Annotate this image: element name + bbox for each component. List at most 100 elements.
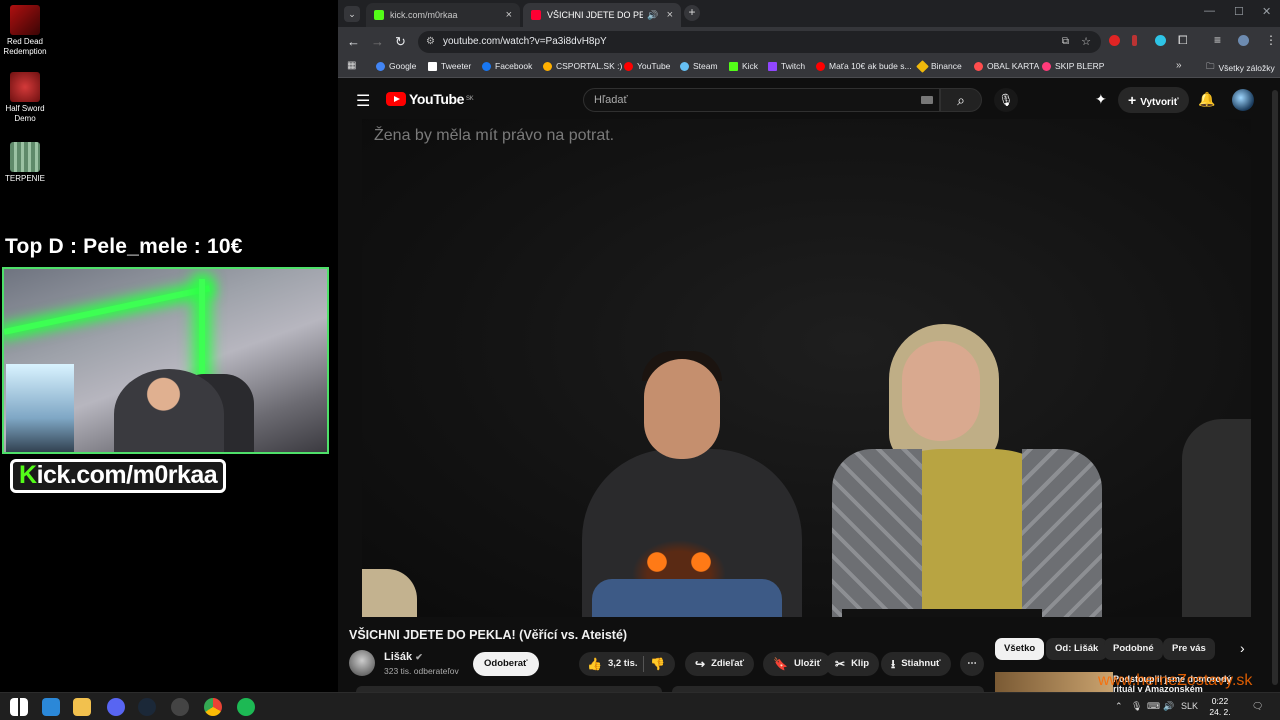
chip-all[interactable]: Všetko: [995, 638, 1045, 660]
clock-time: 0:22: [1211, 696, 1229, 706]
save-button[interactable]: 🔖 Uložiť: [763, 652, 832, 676]
close-window-icon[interactable]: ✕: [1262, 5, 1271, 18]
channel-avatar[interactable]: [349, 650, 375, 676]
extension-icon[interactable]: [1109, 35, 1120, 46]
audio-playing-icon[interactable]: 🔊: [647, 10, 658, 21]
thumbs-up-icon[interactable]: 👍: [587, 652, 602, 676]
bookmark-skip-blerp[interactable]: SKIP BLERP: [1042, 61, 1104, 71]
folder-icon: 🗀: [1206, 61, 1215, 71]
back-icon[interactable]: ←: [347, 34, 360, 49]
bookmark-obal-karta[interactable]: OBAL KARTA: [974, 61, 1039, 71]
steam-icon: [680, 61, 689, 71]
language-indicator[interactable]: SLK: [1181, 701, 1198, 711]
extension-icon[interactable]: [1155, 35, 1166, 46]
all-bookmarks[interactable]: 🗀 Všetky záložky: [1206, 61, 1275, 75]
reload-icon[interactable]: ↻: [395, 34, 406, 50]
windows-start-icon[interactable]: [10, 698, 28, 716]
site-info-icon[interactable]: ⚙: [426, 31, 435, 53]
chip-from-channel[interactable]: Od: Lišák: [1046, 638, 1108, 660]
channel-name[interactable]: Lišák ✔: [384, 651, 423, 663]
obs-icon[interactable]: [171, 698, 189, 716]
file-explorer-icon[interactable]: [73, 698, 91, 716]
notifications-icon[interactable]: 🗨: [1252, 701, 1263, 712]
forward-icon[interactable]: →: [371, 34, 384, 49]
bookmark-csportal[interactable]: CSPORTAL.SK :): [543, 61, 622, 71]
screen: Red Dead Redemption Half Sword Demo TERP…: [0, 0, 1280, 720]
recommended-thumbnail[interactable]: [995, 672, 1113, 692]
extensions-puzzle-icon[interactable]: ⧠: [1178, 33, 1188, 48]
tray-chevron-icon[interactable]: ⌃: [1115, 701, 1123, 712]
like-count[interactable]: 3,2 tis.: [608, 652, 638, 676]
ai-sparkle-icon[interactable]: ✦: [1095, 91, 1107, 108]
bookmark-star-icon[interactable]: ☆: [1081, 31, 1091, 53]
account-avatar[interactable]: [1232, 89, 1254, 111]
network-icon[interactable]: ⌨: [1147, 701, 1160, 712]
discord-icon[interactable]: [107, 698, 125, 716]
profile-avatar-icon[interactable]: [1238, 35, 1249, 46]
right-person: [1182, 419, 1251, 617]
clock[interactable]: 0:22 24. 2. 2026: [1200, 696, 1240, 720]
bookmark-kick[interactable]: Kick: [729, 61, 758, 71]
app-icon[interactable]: [42, 698, 60, 716]
tab-youtube[interactable]: VŠICHNI JDETE DO PEKLA! 🔊 ×: [523, 3, 681, 27]
desktop-icon-terpenie[interactable]: TERPENIE: [0, 142, 55, 184]
video-player[interactable]: Žena by měla mít právo na potrat.: [362, 119, 1251, 617]
bookmark-tweeter[interactable]: Tweeter: [428, 61, 471, 71]
youtube-logo[interactable]: YouTube SK: [386, 91, 474, 107]
woman-scarf: [832, 449, 922, 617]
desktop-icon-half-sword[interactable]: Half Sword Demo: [0, 72, 55, 124]
thumbs-down-icon[interactable]: 👎: [650, 652, 665, 676]
extension-icon[interactable]: [1132, 35, 1137, 46]
chevron-right-icon[interactable]: ›: [1240, 640, 1245, 656]
search-input[interactable]: Hľadať: [583, 88, 940, 112]
new-tab-button[interactable]: +: [684, 5, 700, 21]
bookmark-twitch[interactable]: Twitch: [768, 61, 805, 71]
share-button[interactable]: ↪ Zdieľať: [685, 652, 755, 676]
apps-grid-icon[interactable]: ▦: [347, 60, 356, 71]
chip-related[interactable]: Podobné: [1104, 638, 1163, 660]
tab-search-button[interactable]: ⌄: [344, 6, 360, 22]
address-bar[interactable]: ⚙ youtube.com/watch?v=Pa3i8dvH8pY ⧉ ☆: [418, 31, 1101, 53]
youtube-logo-text: YouTube: [409, 91, 465, 107]
bookmark-facebook[interactable]: Facebook: [482, 61, 532, 71]
reading-list-icon[interactable]: ≡: [1214, 33, 1221, 47]
close-tab-icon[interactable]: ×: [667, 9, 673, 21]
notifications-bell-icon[interactable]: 🔔: [1198, 91, 1215, 108]
microphone-icon[interactable]: 🎙: [1131, 701, 1142, 712]
bookmark-label: Maťa 10€ ak bude s...: [829, 61, 912, 71]
hamburger-menu-icon[interactable]: ☰: [356, 91, 370, 111]
bookmark-binance[interactable]: Binance: [916, 59, 962, 73]
steam-icon[interactable]: [138, 698, 156, 716]
bookmark-steam[interactable]: Steam: [680, 61, 718, 71]
clip-button[interactable]: ✂ Klip: [825, 652, 880, 676]
download-button[interactable]: ⭳ Stiahnuť: [881, 652, 951, 676]
close-tab-icon[interactable]: ×: [506, 9, 512, 21]
search-button[interactable]: ⌕: [940, 88, 982, 112]
minimize-icon[interactable]: —: [1204, 5, 1215, 17]
bookmark-google[interactable]: Google: [376, 61, 416, 71]
volume-icon[interactable]: 🔊: [1163, 701, 1174, 712]
cast-icon[interactable]: ⧉: [1062, 31, 1069, 53]
scrollbar[interactable]: [1272, 90, 1278, 685]
scissors-icon: ✂: [835, 657, 846, 671]
chrome-icon[interactable]: [204, 698, 222, 716]
more-actions-button[interactable]: ⋯: [960, 652, 984, 676]
maximize-icon[interactable]: ☐: [1234, 5, 1244, 18]
tab-kick[interactable]: kick.com/m0rkaa ×: [366, 3, 520, 27]
chip-for-you[interactable]: Pre vás: [1163, 638, 1215, 660]
keyboard-icon[interactable]: [921, 96, 933, 104]
tab-bar: ⌄ kick.com/m0rkaa × VŠICHNI JDETE DO PEK…: [338, 0, 1280, 27]
bookmark-youtube[interactable]: YouTube: [624, 61, 670, 71]
subscribe-button[interactable]: Odoberať: [473, 652, 539, 676]
more-bookmarks-icon[interactable]: »: [1176, 60, 1182, 71]
desktop-icon-red-dead-redemption[interactable]: Red Dead Redemption: [0, 5, 55, 57]
bookmark-mata[interactable]: Maťa 10€ ak bude s...: [816, 61, 912, 71]
video-title: VŠICHNI JDETE DO PEKLA! (Věřící vs. Atei…: [349, 628, 628, 642]
spotify-icon[interactable]: [237, 698, 255, 716]
voice-search-button[interactable]: 🎙: [994, 88, 1018, 112]
menu-kebab-icon[interactable]: ⋮: [1265, 33, 1277, 47]
kick-banner-text: ick.com/m0rkaa: [36, 461, 218, 489]
url-text: youtube.com/watch?v=Pa3i8dvH8pY: [443, 36, 607, 47]
plus-icon: +: [1128, 92, 1137, 108]
create-button[interactable]: + Vytvoriť: [1118, 87, 1189, 113]
